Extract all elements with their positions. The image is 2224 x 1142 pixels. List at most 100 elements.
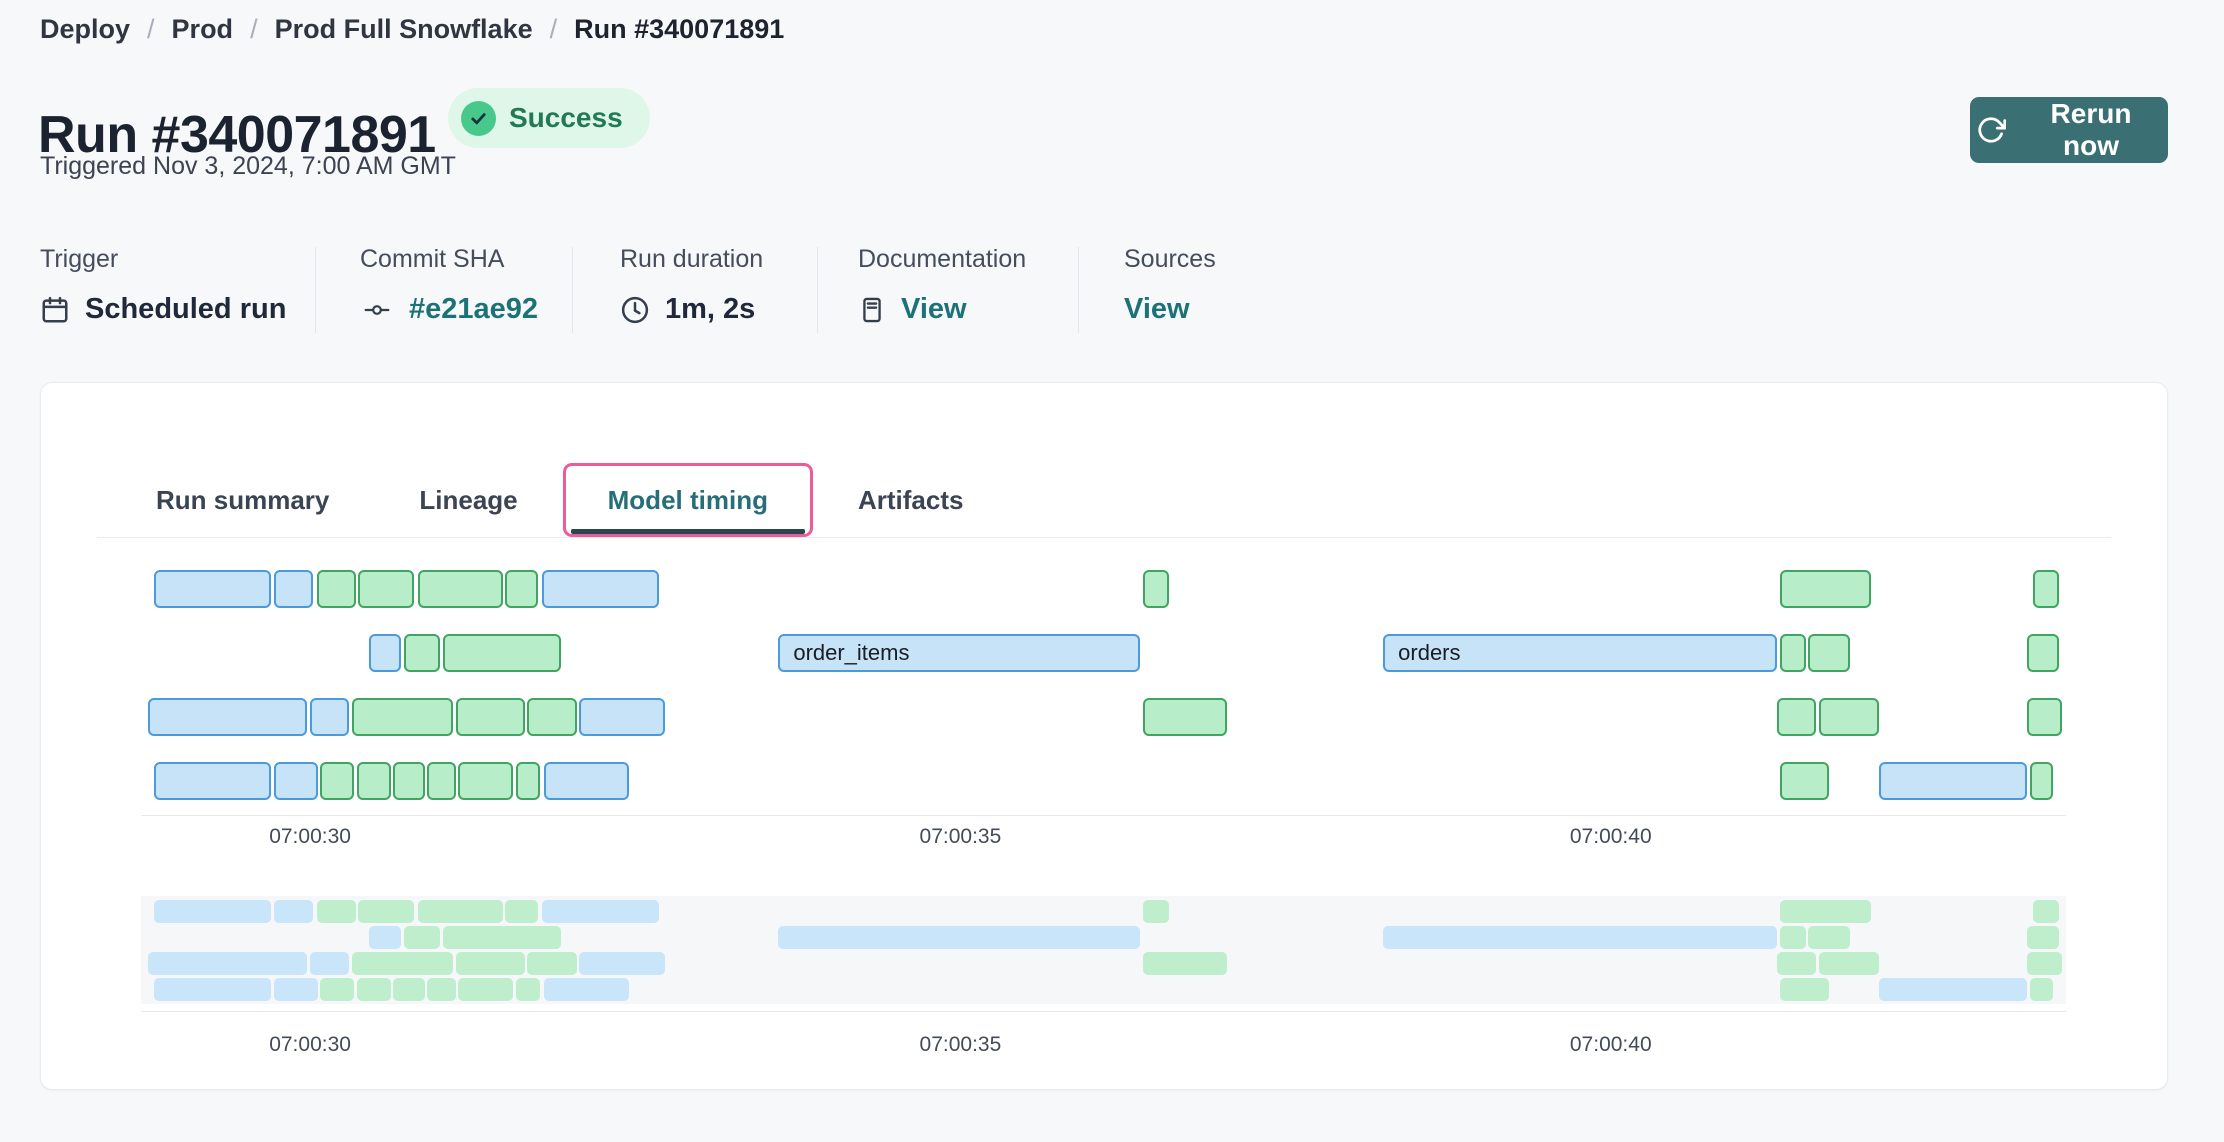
gantt-bar-green[interactable] bbox=[418, 570, 503, 608]
gantt-bar-green[interactable] bbox=[2030, 762, 2053, 800]
gantt-bar-green[interactable] bbox=[393, 762, 424, 800]
gantt-bar-blue[interactable] bbox=[310, 698, 349, 736]
gantt-bar-green[interactable] bbox=[404, 634, 440, 672]
gantt-bar-blue[interactable] bbox=[544, 762, 629, 800]
gantt-bar-green[interactable] bbox=[2033, 570, 2059, 608]
gantt-bar-green[interactable] bbox=[458, 762, 513, 800]
model-timing-gantt-chart: order_items orders bbox=[141, 570, 2066, 800]
overview-brush[interactable] bbox=[141, 896, 2066, 1004]
gantt-bar-blue[interactable] bbox=[579, 698, 665, 736]
overview-bar-blue bbox=[1879, 978, 2027, 1001]
meta-documentation-label: Documentation bbox=[858, 245, 1026, 274]
gantt-bar-green[interactable] bbox=[2027, 634, 2060, 672]
gantt-bar-green[interactable] bbox=[1143, 570, 1169, 608]
gantt-bar-green[interactable] bbox=[358, 570, 414, 608]
gantt-bar-blue[interactable] bbox=[274, 762, 318, 800]
sources-view-link[interactable]: View bbox=[1124, 293, 1190, 326]
time-tick-label: 07:00:40 bbox=[1570, 825, 1652, 849]
gantt-bar-green[interactable] bbox=[1780, 634, 1806, 672]
tab-lineage[interactable]: Lineage bbox=[374, 463, 562, 537]
overview-bar-green bbox=[458, 978, 513, 1001]
gantt-bar-blue[interactable] bbox=[154, 570, 271, 608]
gantt-bar-blue[interactable] bbox=[154, 762, 271, 800]
gantt-bar-green[interactable] bbox=[1143, 698, 1228, 736]
overview-bar-blue bbox=[274, 978, 318, 1001]
gantt-bar-green[interactable] bbox=[527, 698, 576, 736]
breadcrumb-item-prod[interactable]: Prod bbox=[172, 14, 234, 45]
time-axis-labels: 07:00:3007:00:3507:00:40 bbox=[141, 825, 2066, 853]
overview-bar-green bbox=[1808, 926, 1850, 949]
meta-divider bbox=[817, 247, 818, 333]
gantt-bar-green[interactable] bbox=[1819, 698, 1879, 736]
rerun-now-button[interactable]: Rerun now bbox=[1970, 97, 2168, 163]
gantt-row bbox=[141, 698, 2066, 736]
meta-commit-sha: Commit SHA #e21ae92 bbox=[360, 245, 538, 326]
breadcrumb-separator: / bbox=[550, 14, 558, 45]
gantt-bar-green[interactable] bbox=[1780, 570, 1871, 608]
gantt-bar-green[interactable] bbox=[516, 762, 541, 800]
overview-bar-green bbox=[427, 978, 456, 1001]
overview-bar-green bbox=[2027, 926, 2060, 949]
triggered-timestamp: Triggered Nov 3, 2024, 7:00 AM GMT bbox=[40, 152, 456, 181]
overview-row bbox=[141, 952, 2066, 975]
gantt-bar-blue[interactable] bbox=[148, 698, 308, 736]
gantt-bar-blue[interactable]: orders bbox=[1383, 634, 1777, 672]
gantt-bar-green[interactable] bbox=[1808, 634, 1850, 672]
breadcrumb: Deploy / Prod / Prod Full Snowflake / Ru… bbox=[40, 14, 784, 45]
overview-bar-blue bbox=[778, 926, 1140, 949]
breadcrumb-item-environment[interactable]: Prod Full Snowflake bbox=[275, 14, 533, 45]
overview-row bbox=[141, 926, 2066, 949]
gantt-bar-green[interactable] bbox=[317, 570, 356, 608]
run-detail-card: Run summary Lineage Model timing Artifac… bbox=[40, 382, 2168, 1090]
overview-gantt-chart bbox=[141, 900, 2066, 1004]
tab-artifacts[interactable]: Artifacts bbox=[813, 463, 1008, 537]
breadcrumb-item-current-run: Run #340071891 bbox=[574, 14, 784, 45]
overview-bar-green bbox=[418, 900, 503, 923]
documentation-view-link[interactable]: View bbox=[901, 293, 967, 326]
overview-bar-green bbox=[1819, 952, 1879, 975]
overview-bar-blue bbox=[579, 952, 665, 975]
time-tick-label: 07:00:30 bbox=[269, 825, 351, 849]
time-tick-label: 07:00:35 bbox=[920, 1033, 1002, 1057]
gantt-bar-blue[interactable]: order_items bbox=[778, 634, 1140, 672]
model-name-label: order_items bbox=[793, 640, 909, 666]
gantt-bar-green[interactable] bbox=[1777, 698, 1816, 736]
overview-bar-green bbox=[456, 952, 525, 975]
gantt-bar-green[interactable] bbox=[505, 570, 538, 608]
overview-row bbox=[141, 978, 2066, 1001]
gantt-bar-green[interactable] bbox=[1780, 762, 1829, 800]
gantt-bar-green[interactable] bbox=[352, 698, 453, 736]
overview-axis-line bbox=[141, 1011, 2066, 1012]
breadcrumb-item-deploy[interactable]: Deploy bbox=[40, 14, 130, 45]
overview-bar-green bbox=[2027, 952, 2062, 975]
success-check-icon bbox=[461, 101, 496, 136]
overview-bar-green bbox=[443, 926, 561, 949]
rerun-now-label: Rerun now bbox=[2020, 98, 2162, 162]
gantt-bar-green[interactable] bbox=[427, 762, 456, 800]
commit-sha-link[interactable]: #e21ae92 bbox=[409, 293, 538, 326]
calendar-icon bbox=[40, 295, 70, 325]
overview-bar-green bbox=[320, 978, 354, 1001]
tab-model-timing[interactable]: Model timing bbox=[563, 463, 813, 537]
gantt-bar-blue[interactable] bbox=[542, 570, 659, 608]
overview-bar-green bbox=[393, 978, 424, 1001]
overview-bar-blue bbox=[544, 978, 629, 1001]
gantt-bar-green[interactable] bbox=[320, 762, 354, 800]
status-badge-label: Success bbox=[509, 102, 623, 134]
run-metadata-row: Trigger Scheduled run Commit SHA #e21ae9… bbox=[0, 245, 2224, 341]
overview-bar-blue bbox=[369, 926, 402, 949]
tab-run-summary[interactable]: Run summary bbox=[111, 463, 374, 537]
gantt-bar-green[interactable] bbox=[443, 634, 561, 672]
gantt-bar-blue[interactable] bbox=[1879, 762, 2027, 800]
gantt-bar-blue[interactable] bbox=[369, 634, 402, 672]
meta-duration-value: 1m, 2s bbox=[665, 293, 755, 326]
document-icon bbox=[858, 295, 886, 325]
gantt-bar-green[interactable] bbox=[357, 762, 391, 800]
overview-bar-green bbox=[527, 952, 576, 975]
overview-row bbox=[141, 900, 2066, 923]
gantt-bar-green[interactable] bbox=[2027, 698, 2062, 736]
meta-divider bbox=[1078, 247, 1079, 333]
gantt-bar-blue[interactable] bbox=[274, 570, 313, 608]
overview-bar-green bbox=[317, 900, 356, 923]
gantt-bar-green[interactable] bbox=[456, 698, 525, 736]
